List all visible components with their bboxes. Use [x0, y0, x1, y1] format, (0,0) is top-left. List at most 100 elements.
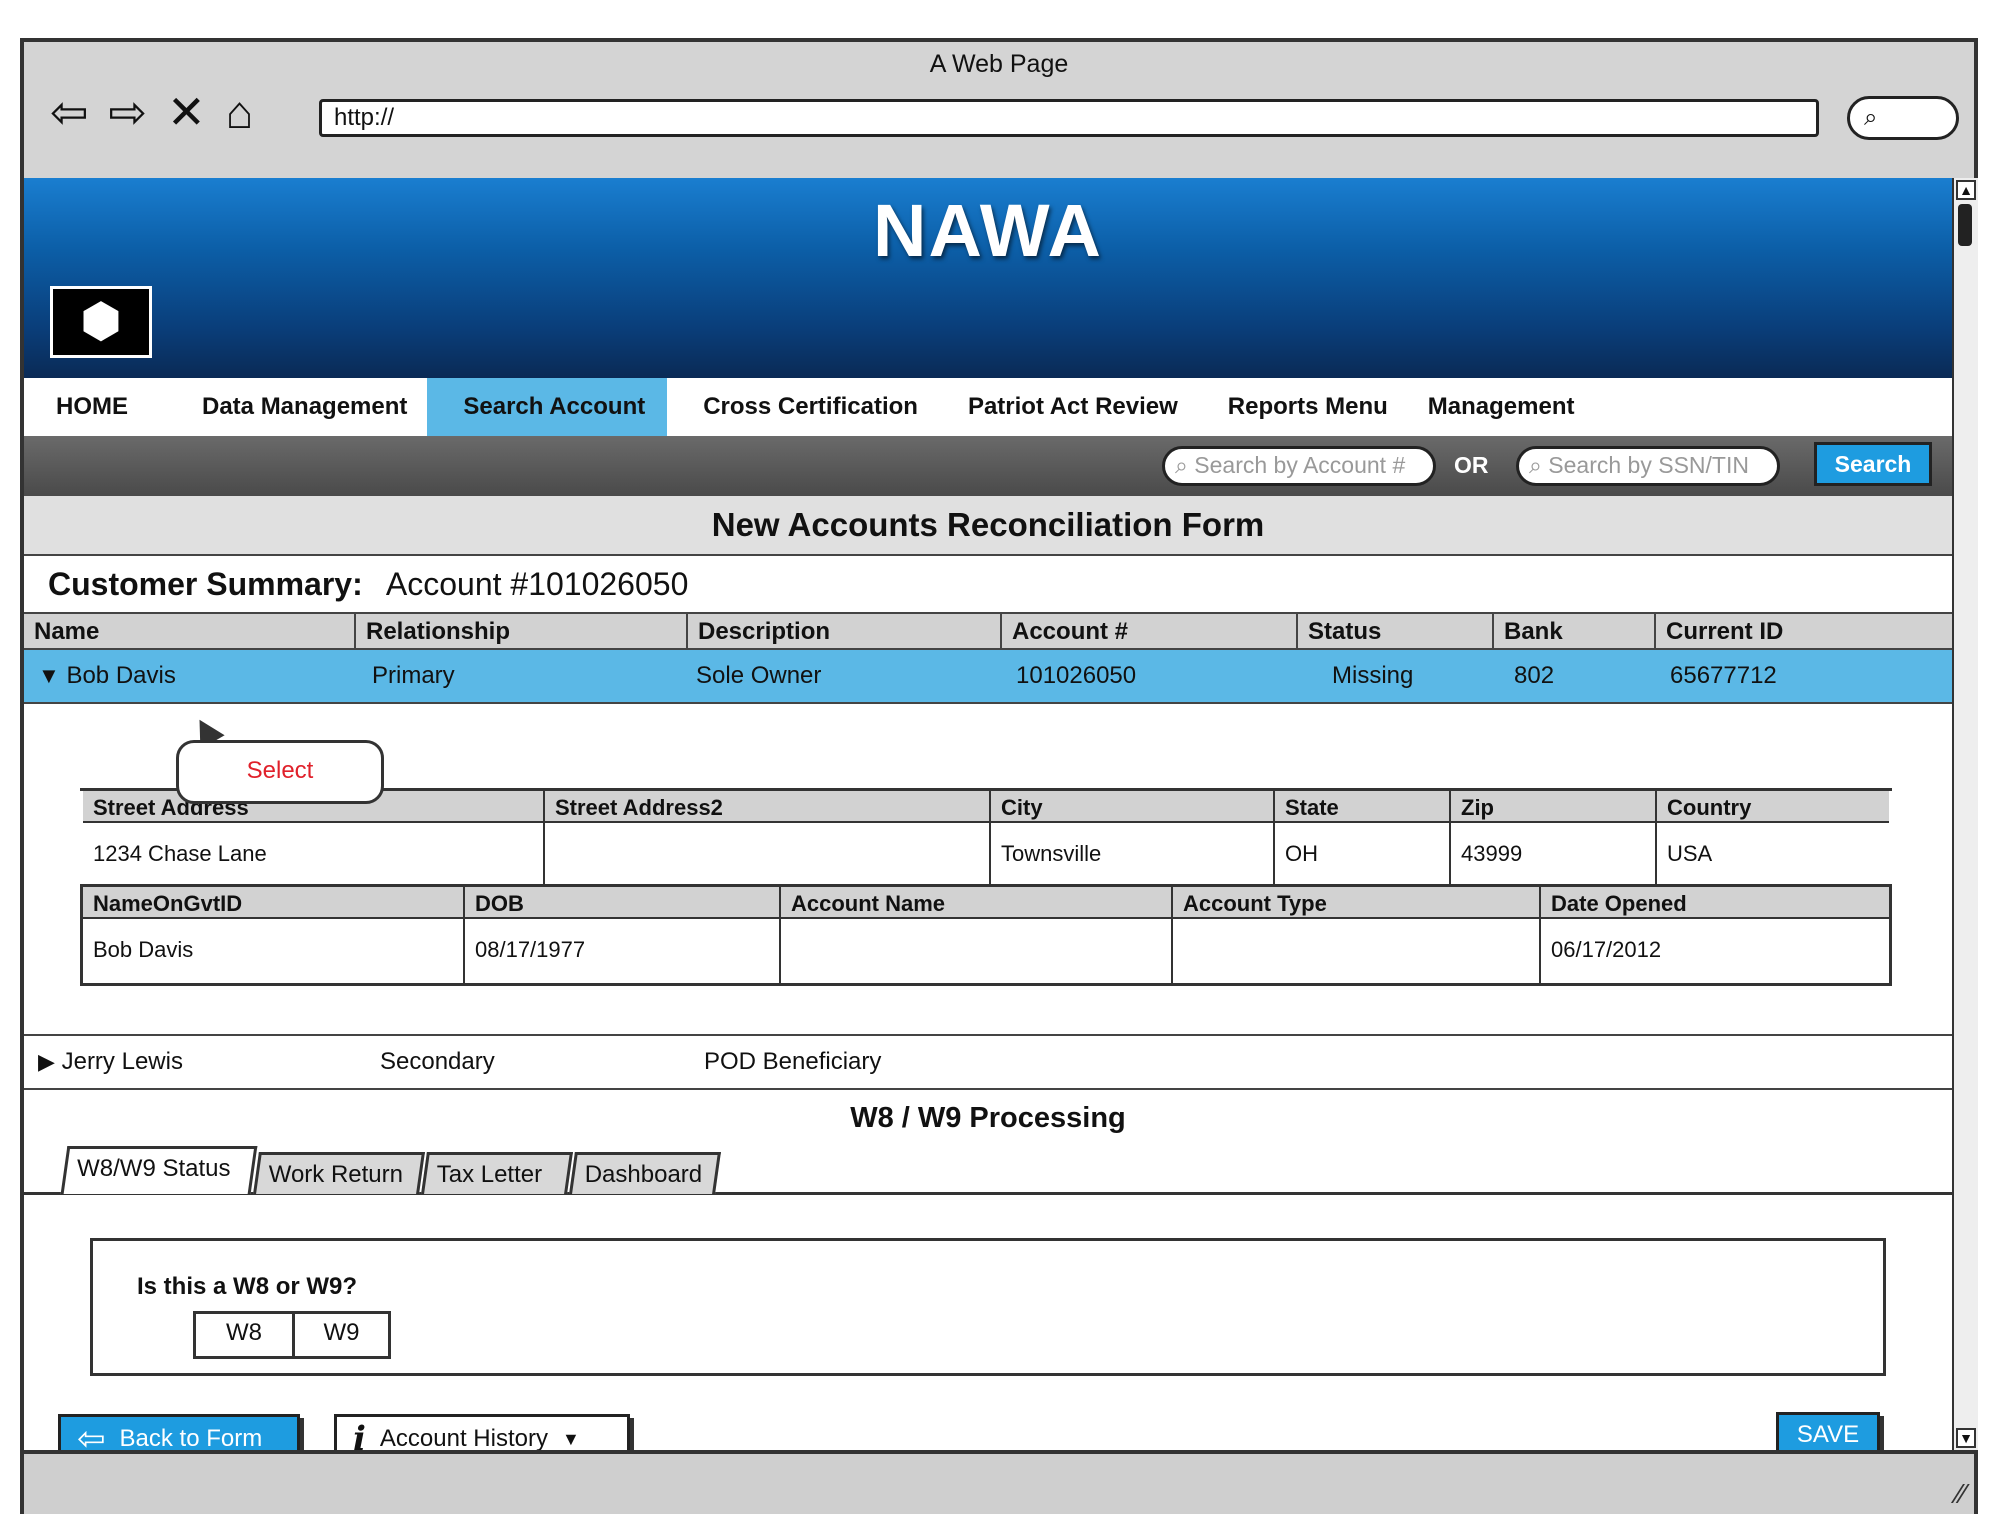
detail-header-street-address2: Street Address2 — [545, 791, 991, 823]
processing-title: W8 / W9 Processing — [850, 1102, 1126, 1134]
detail-country: USA — [1657, 823, 1889, 887]
search-account-placeholder: Search by Account # — [1194, 452, 1406, 478]
url-input[interactable]: http:// — [319, 99, 1819, 137]
back-arrow-icon[interactable]: ⇦ — [50, 89, 89, 135]
row-status: Missing — [1332, 662, 1414, 689]
search-icon: ⌕ — [1175, 452, 1188, 478]
w8-w9-panel: Is this a W8 or W9? W8 W9 — [90, 1238, 1886, 1376]
search-account-input[interactable]: ⌕ Search by Account # — [1162, 446, 1436, 486]
detail-header-account-name: Account Name — [781, 887, 1173, 919]
save-button[interactable]: SAVE — [1776, 1412, 1880, 1450]
company-logo: ⬢ — [50, 286, 152, 358]
page-viewport: NAWA ⬢ HOME Data Management Search Accou… — [24, 178, 1952, 1450]
column-header-bank: Bank — [1492, 614, 1654, 650]
account-history-dropdown[interactable]: i Account History ▼ — [334, 1414, 630, 1450]
w8-option-button[interactable]: W8 — [196, 1314, 292, 1356]
processing-tabs: W8/W9 Status Work Return Tax Letter Dash… — [60, 1146, 721, 1194]
row-description: POD Beneficiary — [704, 1048, 882, 1075]
id-table: NameOnGvtID DOB Account Name Account Typ… — [80, 884, 1892, 986]
nav-item-search-account[interactable]: Search Account — [427, 378, 668, 436]
forward-arrow-icon[interactable]: ⇨ — [109, 89, 148, 135]
info-icon: i — [353, 1419, 366, 1450]
detail-street-address: 1234 Chase Lane — [83, 823, 545, 887]
column-header-relationship: Relationship — [354, 614, 686, 650]
form-title: New Accounts Reconciliation Form — [24, 496, 1952, 554]
column-header-description: Description — [686, 614, 1000, 650]
browser-search-input[interactable]: ⌕ — [1847, 96, 1959, 140]
column-header-name: Name — [34, 618, 100, 645]
tab-work-return[interactable]: Work Return — [253, 1152, 425, 1194]
tab-dashboard[interactable]: Dashboard — [569, 1152, 721, 1194]
row-relationship: Secondary — [380, 1048, 495, 1075]
resize-grip-icon[interactable]: ⁄⁄ — [1957, 1478, 1966, 1510]
detail-header-country: Country — [1657, 791, 1889, 823]
search-button[interactable]: Search — [1814, 442, 1932, 486]
w8-w9-question: Is this a W8 or W9? — [137, 1273, 358, 1300]
w9-option-button[interactable]: W9 — [292, 1314, 388, 1356]
tab-tax-letter[interactable]: Tax Letter — [421, 1152, 573, 1194]
row-expander[interactable]: ▼ Bob Davis — [28, 650, 186, 694]
home-icon[interactable]: ⌂ — [226, 89, 254, 135]
detail-header-account-type: Account Type — [1173, 887, 1541, 919]
detail-dob: 08/17/1977 — [465, 919, 781, 983]
back-to-form-button[interactable]: ⇦ Back to Form — [58, 1414, 300, 1450]
table-row[interactable]: ▶ Jerry Lewis Secondary POD Beneficiary — [24, 1034, 1952, 1090]
detail-date-opened: 06/17/2012 — [1541, 919, 1889, 983]
row-current-id: 65677712 — [1670, 662, 1777, 689]
account-history-label: Account History — [379, 1425, 548, 1450]
detail-zip: 43999 — [1451, 823, 1657, 887]
search-strip: ⌕ Search by Account # OR ⌕ Search by SSN… — [24, 436, 1952, 496]
nav-item-cross-certification[interactable]: Cross Certification — [667, 378, 948, 436]
tab-w8-w9-status[interactable]: W8/W9 Status — [60, 1146, 258, 1194]
row-bank: 802 — [1514, 662, 1555, 689]
row-expander[interactable]: ▶ Jerry Lewis — [28, 1036, 193, 1080]
detail-name-on-gvt-id: Bob Davis — [83, 919, 465, 983]
summary-label: Customer Summary: — [48, 566, 363, 602]
column-header-current-id: Current ID — [1654, 614, 1952, 650]
app-title: NAWA — [873, 189, 1103, 272]
row-name: Bob Davis — [66, 662, 176, 689]
scroll-up-icon[interactable]: ▲ — [1956, 180, 1976, 200]
header-banner: NAWA ⬢ — [24, 178, 1952, 378]
detail-street-address2 — [545, 823, 991, 887]
browser-toolbar: ⇦ ⇨ ✕ ⌂ — [50, 82, 253, 142]
detail-header-date-opened: Date Opened — [1541, 887, 1889, 919]
detail-state: OH — [1275, 823, 1451, 887]
nav-item-reports-menu[interactable]: Reports Menu — [1208, 378, 1408, 436]
browser-window: A Web Page ⇦ ⇨ ✕ ⌂ http:// ⌕ NAWA ⬢ HOME… — [20, 38, 1978, 1514]
row-name: Jerry Lewis — [61, 1048, 183, 1075]
nav-item-home[interactable]: HOME — [24, 378, 182, 436]
column-header-status: Status — [1296, 614, 1492, 650]
chevron-down-icon: ▼ — [561, 1428, 580, 1449]
nav-item-patriot-act-review[interactable]: Patriot Act Review — [948, 378, 1208, 436]
detail-header-state: State — [1275, 791, 1451, 823]
scrollbar-thumb[interactable] — [1958, 204, 1972, 246]
row-relationship: Primary — [372, 662, 455, 689]
customer-table-header: Name Relationship Description Account # … — [24, 614, 1952, 650]
nav-item-management[interactable]: Management — [1408, 378, 1595, 436]
table-row[interactable]: ▼ Bob Davis Primary Sole Owner 101026050… — [24, 650, 1952, 704]
row-description: Sole Owner — [696, 662, 822, 689]
back-to-form-label: Back to Form — [119, 1425, 263, 1450]
column-header-account: Account # — [1000, 614, 1296, 650]
detail-header-zip: Zip — [1451, 791, 1657, 823]
search-icon: ⌕ — [1864, 104, 1878, 131]
main-nav: HOME Data Management Search Account Cros… — [24, 378, 1952, 436]
detail-header-name-on-gvt-id: NameOnGvtID — [83, 887, 465, 919]
or-label: OR — [1454, 452, 1489, 478]
nav-item-data-management[interactable]: Data Management — [182, 378, 427, 436]
close-icon[interactable]: ✕ — [167, 89, 206, 135]
detail-header-dob: DOB — [465, 887, 781, 919]
window-title: A Web Page — [929, 50, 1069, 78]
detail-account-name — [781, 919, 1173, 983]
detail-header-city: City — [991, 791, 1275, 823]
scroll-down-icon[interactable]: ▼ — [1956, 1428, 1976, 1448]
search-ssn-input[interactable]: ⌕ Search by SSN/TIN — [1516, 446, 1780, 486]
search-icon: ⌕ — [1529, 452, 1542, 478]
w8-w9-toggle: W8 W9 — [193, 1311, 391, 1359]
row-account: 101026050 — [1016, 662, 1137, 689]
vertical-scrollbar[interactable]: ▲ ▼ — [1952, 178, 1978, 1450]
triangle-right-icon: ▶ — [38, 1049, 55, 1074]
customer-summary: Customer Summary: Account #101026050 — [24, 554, 1952, 614]
search-ssn-placeholder: Search by SSN/TIN — [1548, 452, 1749, 478]
